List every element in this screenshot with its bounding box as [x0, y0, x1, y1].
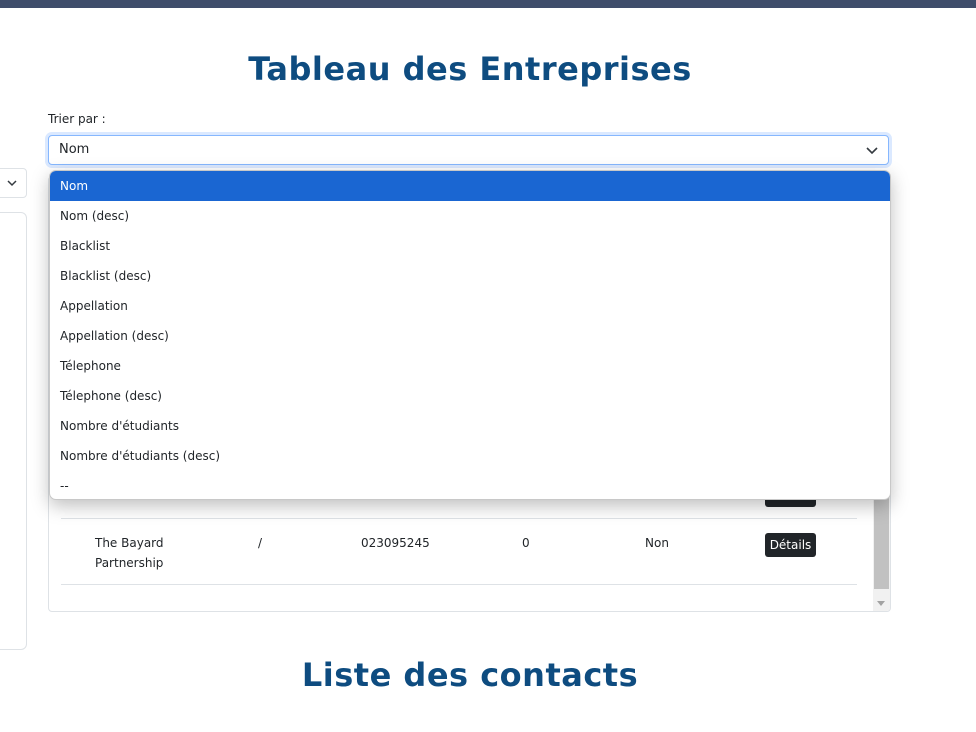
scroll-down-arrow-icon[interactable] [877, 601, 885, 606]
chevron-down-icon [7, 180, 17, 187]
sort-label: Trier par : [48, 112, 106, 126]
sort-option-students-desc[interactable]: Nombre d'étudiants (desc) [50, 441, 890, 471]
company-blacklist: Non [645, 536, 669, 550]
company-appellation: / [258, 536, 263, 550]
table-row-divider [61, 518, 857, 519]
chevron-down-icon [866, 147, 878, 155]
sort-select[interactable]: Nom [48, 135, 889, 165]
company-students: 0 [522, 536, 530, 550]
company-name: The Bayard Partnership [95, 536, 164, 570]
sort-option-students[interactable]: Nombre d'étudiants [50, 411, 890, 441]
sort-option-none[interactable]: -- [50, 471, 890, 499]
sort-option-telephone-desc[interactable]: Télephone (desc) [50, 381, 890, 411]
contacts-title: Liste des contacts [301, 656, 639, 694]
sort-option-nom-desc[interactable]: Nom (desc) [50, 201, 890, 231]
page-title: Tableau des Entreprises [248, 50, 692, 88]
top-navbar [0, 0, 976, 8]
sort-option-blacklist-desc[interactable]: Blacklist (desc) [50, 261, 890, 291]
sort-option-appellation-desc[interactable]: Appellation (desc) [50, 321, 890, 351]
table-row-divider [61, 584, 857, 585]
sort-option-telephone[interactable]: Télephone [50, 351, 890, 381]
details-button[interactable]: Détails [765, 533, 816, 557]
sort-option-blacklist[interactable]: Blacklist [50, 231, 890, 261]
sort-option-appellation[interactable]: Appellation [50, 291, 890, 321]
sort-dropdown-list: Nom Nom (desc) Blacklist Blacklist (desc… [49, 170, 891, 500]
sort-option-nom[interactable]: Nom [50, 171, 890, 201]
left-panel [0, 212, 27, 650]
company-phone: 023095245 [361, 536, 430, 550]
sort-selected-value: Nom [59, 142, 90, 157]
left-filter-select[interactable] [0, 168, 27, 198]
